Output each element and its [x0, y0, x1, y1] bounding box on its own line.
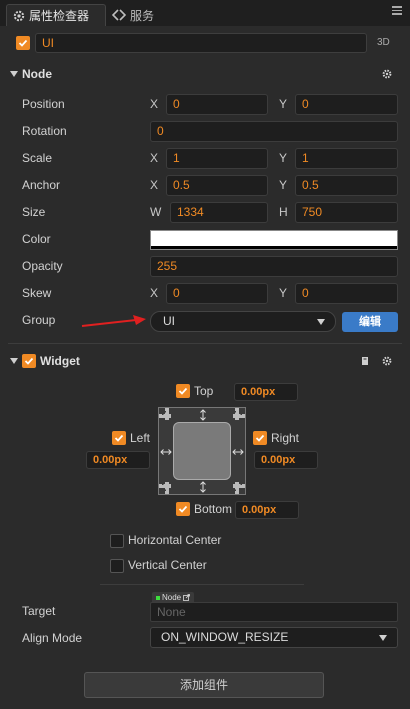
skew-y-axis: Y — [279, 286, 288, 300]
vertical-center-checkbox[interactable] — [110, 559, 124, 573]
target-label: Target — [22, 604, 56, 618]
edit-group-button[interactable]: 编辑 — [342, 312, 398, 332]
bottom-input[interactable]: 0.00px — [235, 501, 299, 519]
right-label: Right — [271, 431, 300, 445]
widget-settings-gear-icon[interactable] — [382, 356, 392, 366]
vertical-center-label: Vertical Center — [128, 558, 207, 572]
collapse-triangle-icon — [10, 358, 18, 364]
skew-y-input[interactable]: 0 — [295, 283, 398, 304]
color-label: Color — [22, 232, 51, 246]
horizontal-center-checkbox[interactable] — [110, 534, 124, 548]
node-active-checkbox[interactable] — [16, 36, 30, 50]
widget-section-title: Widget — [40, 354, 80, 368]
size-width-input[interactable]: 1334 — [170, 202, 268, 223]
tab-inspector[interactable]: 属性检查器 — [6, 4, 106, 26]
anchor-y-axis: Y — [279, 178, 288, 192]
color-picker[interactable] — [150, 230, 398, 250]
align-mode-select[interactable]: ON_WINDOW_RESIZE — [150, 627, 398, 648]
tab-bar: 属性检查器 服务 — [0, 0, 410, 26]
align-mode-value: ON_WINDOW_RESIZE — [161, 630, 289, 644]
node-name-input[interactable]: UI — [35, 33, 367, 53]
right-margin-arrow-icon — [232, 449, 244, 455]
bottom-margin-arrow-icon — [200, 481, 206, 493]
help-book-icon[interactable] — [360, 356, 370, 366]
position-label: Position — [22, 97, 65, 111]
alignment-preview-node — [173, 422, 231, 480]
rotation-label: Rotation — [22, 124, 67, 138]
dropdown-caret-icon — [317, 319, 325, 325]
position-y-input[interactable]: 0 — [295, 94, 398, 115]
node-settings-gear-icon[interactable] — [382, 69, 392, 79]
size-h-axis: H — [279, 205, 288, 219]
service-icon — [112, 9, 126, 21]
size-height-input[interactable]: 750 — [295, 202, 398, 223]
target-node-field[interactable]: None — [150, 602, 398, 622]
check-icon — [18, 39, 28, 47]
left-margin-arrow-icon — [160, 449, 172, 455]
check-icon — [255, 434, 265, 442]
anchor-y-input[interactable]: 0.5 — [295, 175, 398, 196]
top-input[interactable]: 0.00px — [234, 383, 298, 401]
position-x-axis: X — [150, 97, 159, 111]
left-checkbox[interactable] — [112, 431, 126, 445]
bottom-label: Bottom — [194, 502, 233, 516]
group-select-value: UI — [163, 314, 175, 328]
top-checkbox[interactable] — [176, 384, 190, 398]
menu-icon[interactable] — [392, 6, 402, 16]
rotation-input[interactable]: 0 — [150, 121, 398, 142]
position-y-axis: Y — [279, 97, 288, 111]
position-x-input[interactable]: 0 — [166, 94, 268, 115]
right-input[interactable]: 0.00px — [254, 451, 318, 469]
check-icon — [178, 505, 188, 513]
left-input[interactable]: 0.00px — [86, 451, 150, 469]
opacity-input[interactable]: 255 — [150, 256, 398, 277]
gear-icon — [13, 10, 25, 21]
tab-service-label: 服务 — [130, 8, 155, 23]
top-label: Top — [194, 384, 214, 398]
right-checkbox[interactable] — [253, 431, 267, 445]
scale-y-axis: Y — [279, 151, 288, 165]
widget-section-header[interactable]: Widget — [0, 348, 410, 374]
link-icon[interactable] — [183, 594, 191, 601]
check-icon — [114, 434, 124, 442]
anchor-x-axis: X — [150, 178, 159, 192]
widget-enabled-checkbox[interactable] — [22, 354, 36, 368]
collapse-triangle-icon — [10, 71, 18, 77]
scale-label: Scale — [22, 151, 53, 165]
group-label: Group — [22, 313, 56, 327]
annotation-arrow-icon — [81, 315, 146, 327]
skew-x-axis: X — [150, 286, 159, 300]
alignment-preview — [158, 407, 246, 495]
3d-toggle[interactable]: 3D — [377, 37, 390, 48]
size-label: Size — [22, 205, 46, 219]
group-select[interactable]: UI — [150, 311, 336, 332]
horizontal-center-label: Horizontal Center — [128, 533, 222, 547]
scale-x-axis: X — [150, 151, 159, 165]
align-mode-label: Align Mode — [22, 631, 83, 645]
size-w-axis: W — [150, 205, 162, 219]
left-label: Left — [130, 431, 151, 445]
tab-service[interactable]: 服务 — [112, 4, 154, 26]
top-margin-arrow-icon — [200, 409, 206, 421]
check-icon — [178, 387, 188, 395]
check-icon — [24, 357, 34, 365]
scale-y-input[interactable]: 1 — [295, 148, 398, 169]
scale-x-input[interactable]: 1 — [166, 148, 268, 169]
anchor-x-input[interactable]: 0.5 — [166, 175, 268, 196]
node-type-dot-icon — [156, 595, 160, 600]
node-type-label: Node — [162, 593, 182, 602]
skew-label: Skew — [22, 286, 52, 300]
skew-x-input[interactable]: 0 — [166, 283, 268, 304]
add-component-button[interactable]: 添加组件 — [84, 672, 324, 698]
node-section-header[interactable]: Node — [0, 61, 410, 87]
tab-inspector-label: 属性检查器 — [29, 9, 90, 23]
bottom-checkbox[interactable] — [176, 502, 190, 516]
dropdown-caret-icon — [379, 635, 387, 641]
section-divider — [8, 343, 402, 344]
node-section-title: Node — [22, 67, 52, 81]
anchor-label: Anchor — [22, 178, 61, 192]
widget-divider — [100, 584, 304, 585]
opacity-label: Opacity — [22, 259, 63, 273]
